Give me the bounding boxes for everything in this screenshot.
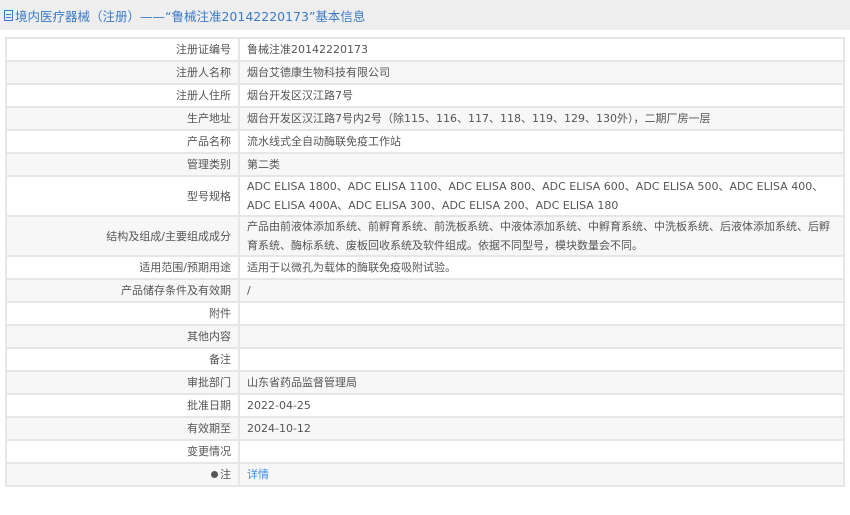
row-label: 产品名称 [5, 129, 240, 154]
table-row: 管理类别 第二类 [5, 152, 845, 177]
table-row: 变更情况 [5, 439, 845, 464]
page-header: 境内医疗器械（注册）——“鲁械注准20142220173”基本信息 [0, 0, 850, 30]
row-label: 适用范围/预期用途 [5, 255, 240, 280]
row-value [238, 301, 845, 326]
table-row: 结构及组成/主要组成成分 产品由前液体添加系统、前孵育系统、前洗板系统、中液体添加… [5, 215, 845, 257]
info-table: 注册证编号 鲁械注准20142220173 注册人名称 烟台艾德康生物科技有限公司 注册… [5, 37, 845, 487]
table-row: 型号规格 ADC ELISA 1800、ADC ELISA 1100、ADC EL… [5, 175, 845, 217]
row-value: / [238, 278, 845, 303]
details-link[interactable]: 详情 [247, 468, 269, 481]
row-value [238, 439, 845, 464]
row-value: 山东省药品监督管理局 [238, 370, 845, 395]
table-row-note: 注 详情 [5, 462, 845, 487]
table-row: 备注 [5, 347, 845, 372]
row-label: 管理类别 [5, 152, 240, 177]
row-value: 烟台开发区汉江路7号 [238, 83, 845, 108]
row-value: 烟台开发区汉江路7号内2号（除115、116、117、118、119、129、1… [238, 106, 845, 131]
row-value: 详情 [238, 462, 845, 487]
row-value [238, 347, 845, 372]
table-row: 注册证编号 鲁械注准20142220173 [5, 37, 845, 62]
note-label: 注 [220, 468, 231, 481]
row-value [238, 324, 845, 349]
row-value: 流水线式全自动酶联免疫工作站 [238, 129, 845, 154]
table-row: 其他内容 [5, 324, 845, 349]
row-label: 有效期至 [5, 416, 240, 441]
row-label: 审批部门 [5, 370, 240, 395]
pin-icon [211, 471, 218, 478]
row-label: 附件 [5, 301, 240, 326]
table-row: 适用范围/预期用途 适用于以微孔为载体的酶联免疫吸附试验。 [5, 255, 845, 280]
table-row: 生产地址 烟台开发区汉江路7号内2号（除115、116、117、118、119、1… [5, 106, 845, 131]
table-row: 注册人住所 烟台开发区汉江路7号 [5, 83, 845, 108]
table-row: 有效期至 2024-10-12 [5, 416, 845, 441]
table-row: 产品名称 流水线式全自动酶联免疫工作站 [5, 129, 845, 154]
row-label: 结构及组成/主要组成成分 [5, 215, 240, 257]
row-label: 变更情况 [5, 439, 240, 464]
row-label: 注 [5, 462, 240, 487]
table-row: 产品储存条件及有效期 / [5, 278, 845, 303]
table-row: 批准日期 2022-04-25 [5, 393, 845, 418]
document-icon [4, 9, 13, 21]
row-label: 型号规格 [5, 175, 240, 217]
page-title: 境内医疗器械（注册）——“鲁械注准20142220173”基本信息 [15, 8, 366, 24]
row-value: 烟台艾德康生物科技有限公司 [238, 60, 845, 85]
row-label: 生产地址 [5, 106, 240, 131]
row-label: 备注 [5, 347, 240, 372]
row-value: 2024-10-12 [238, 416, 845, 441]
table-row: 审批部门 山东省药品监督管理局 [5, 370, 845, 395]
row-value: ADC ELISA 1800、ADC ELISA 1100、ADC ELISA … [238, 175, 845, 217]
row-value: 产品由前液体添加系统、前孵育系统、前洗板系统、中液体添加系统、中孵育系统、中洗板… [238, 215, 845, 257]
row-label: 注册证编号 [5, 37, 240, 62]
row-value: 鲁械注准20142220173 [238, 37, 845, 62]
row-label: 注册人住所 [5, 83, 240, 108]
table-row: 注册人名称 烟台艾德康生物科技有限公司 [5, 60, 845, 85]
row-label: 注册人名称 [5, 60, 240, 85]
row-value: 第二类 [238, 152, 845, 177]
row-label: 产品储存条件及有效期 [5, 278, 240, 303]
row-label: 其他内容 [5, 324, 240, 349]
table-row: 附件 [5, 301, 845, 326]
row-label: 批准日期 [5, 393, 240, 418]
row-value: 适用于以微孔为载体的酶联免疫吸附试验。 [238, 255, 845, 280]
row-value: 2022-04-25 [238, 393, 845, 418]
